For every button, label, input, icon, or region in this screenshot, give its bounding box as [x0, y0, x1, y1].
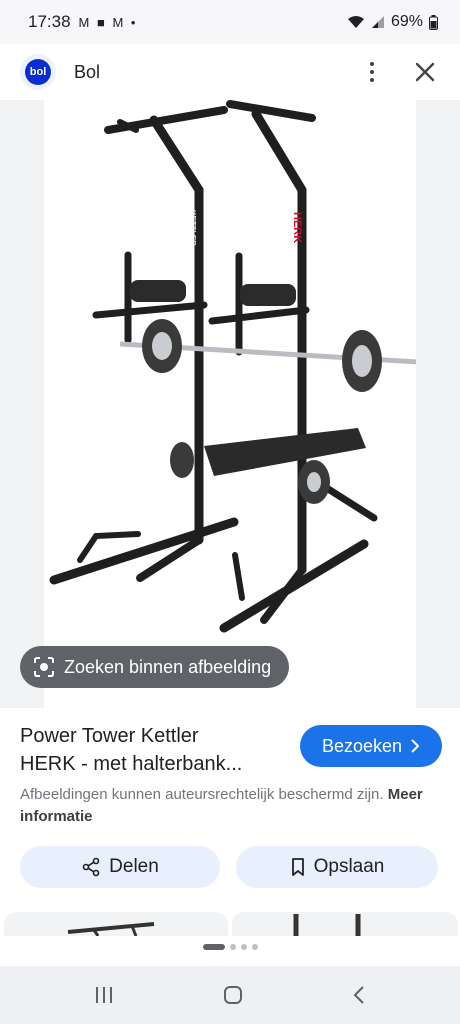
visit-label: Bezoeken — [321, 735, 402, 756]
share-icon — [82, 857, 100, 877]
power-tower-illustration: KETTLER HERK — [49, 100, 416, 633]
related-images — [0, 912, 460, 936]
status-right: 69% — [347, 13, 438, 31]
carousel-indicator — [0, 944, 460, 950]
recent-apps-icon[interactable] — [94, 985, 114, 1005]
status-time: 17:38 — [28, 12, 71, 31]
page-dot — [251, 944, 258, 950]
page-dot — [240, 944, 247, 950]
bol-logo-icon: bol — [25, 59, 51, 85]
result-header: Power Tower Kettler HERK - met halterban… — [20, 722, 442, 778]
save-button[interactable]: Opslaan — [236, 846, 438, 888]
battery-percent: 69% — [390, 13, 423, 30]
signal-icon — [371, 16, 384, 28]
battery-icon — [429, 14, 438, 30]
back-icon[interactable] — [352, 985, 366, 1005]
status-bar: 17:38 M ■ M • 69% — [0, 0, 460, 44]
related-image[interactable] — [232, 912, 458, 936]
related-image[interactable] — [4, 912, 228, 936]
related-image-preview — [67, 922, 155, 936]
notification-icons: M ■ M • — [78, 14, 138, 30]
save-label: Opslaan — [313, 856, 385, 877]
bookmark-icon — [291, 858, 304, 876]
copyright-text: Afbeeldingen kunnen auteursrechtelijk be… — [20, 786, 384, 803]
page-dot — [229, 944, 236, 950]
wifi-icon — [347, 16, 364, 28]
share-button[interactable]: Delen — [20, 846, 220, 888]
related-image-preview — [293, 914, 361, 936]
product-image[interactable]: KETTLER HERK — [44, 100, 416, 708]
more-options-icon[interactable] — [362, 58, 382, 86]
app-bar: bol Bol — [0, 44, 460, 100]
close-icon[interactable] — [412, 59, 438, 85]
lens-icon — [34, 657, 54, 677]
home-icon[interactable] — [223, 985, 243, 1005]
result-title[interactable]: Power Tower Kettler HERK - met halterban… — [20, 722, 290, 778]
source-name: Bol — [74, 61, 101, 82]
copyright-notice: Afbeeldingen kunnen auteursrechtelijk be… — [20, 784, 430, 828]
search-in-image-button[interactable]: Zoeken binnen afbeelding — [20, 646, 290, 688]
model-mark: HERK — [291, 212, 303, 243]
image-viewer[interactable]: KETTLER HERK — [0, 100, 460, 708]
brand-mark: KETTLER — [188, 210, 197, 246]
chevron-right-icon — [411, 739, 420, 753]
source-logo: bol — [20, 54, 56, 90]
search-in-image-label: Zoeken binnen afbeelding — [64, 656, 272, 677]
visit-button[interactable]: Bezoeken — [299, 725, 442, 767]
share-label: Delen — [109, 856, 159, 877]
page-dot-active — [202, 944, 225, 950]
system-nav-bar — [0, 966, 460, 1024]
